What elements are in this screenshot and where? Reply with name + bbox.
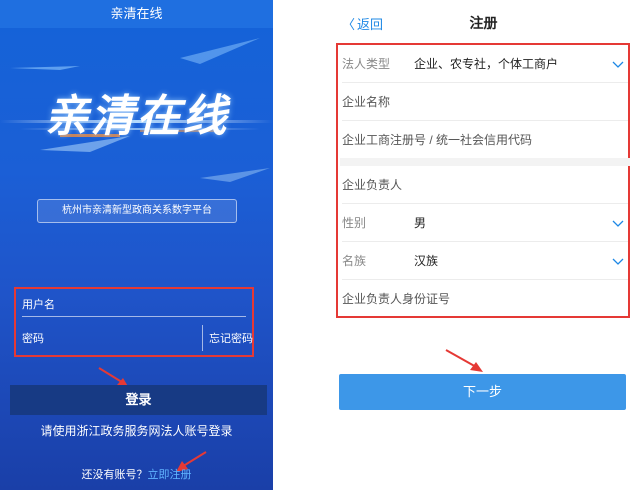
ethnicity-value: 汉族 <box>414 254 439 268</box>
page-title: 注册 <box>469 15 498 31</box>
gender-select[interactable]: 性别 男 <box>342 204 628 242</box>
username-input[interactable]: 用户名 <box>22 293 246 317</box>
register-link[interactable]: 立即注册 <box>148 469 192 481</box>
gender-label: 性别 <box>342 216 367 230</box>
no-account-text: 还没有账号？ <box>81 469 148 481</box>
legal-type-select[interactable]: 法人类型 企业、农专社，个体工商户 <box>342 45 628 83</box>
responsible-person-label: 企业负责人 <box>342 178 403 192</box>
company-name-label: 企业名称 <box>342 95 391 109</box>
next-step-button[interactable]: 下一步 <box>339 374 626 410</box>
login-fields-highlight: 用户名 密码 忘记密码 <box>14 287 254 357</box>
responsible-person-field[interactable]: 企业负责人 <box>342 166 628 204</box>
register-form-highlight: 法人类型 企业、农专社，个体工商户 企业名称 企业工商注册号 / 统一社会信用代… <box>336 43 630 318</box>
status-title: 亲清在线 <box>0 0 273 28</box>
gender-value: 男 <box>414 216 427 230</box>
chevron-down-icon <box>612 61 624 68</box>
register-screen: 〈返回 注册 法人类型 企业、农专社，个体工商户 企业名称 企业工商注册号 / … <box>334 0 633 490</box>
login-screen: 亲清在线 亲清在线 杭州市亲清新型政商关系数字平台 用户名 密码 忘记密码 登录… <box>0 0 273 490</box>
login-button[interactable]: 登录 <box>10 385 267 415</box>
id-number-label: 企业负责人身份证号 <box>342 292 451 306</box>
registration-number-field[interactable]: 企业工商注册号 / 统一社会信用代码 <box>342 121 628 159</box>
legal-type-label: 法人类型 <box>342 57 391 71</box>
section-divider <box>340 158 630 166</box>
app-logo: 亲清在线 <box>44 91 229 142</box>
id-number-field[interactable]: 企业负责人身份证号 <box>342 280 628 318</box>
ethnicity-label: 名族 <box>342 254 367 268</box>
annotation-arrow-icon <box>445 349 483 372</box>
chevron-down-icon <box>612 258 624 265</box>
password-input[interactable]: 密码 <box>22 327 202 351</box>
forgot-password-link[interactable]: 忘记密码 <box>206 327 256 351</box>
ethnicity-select[interactable]: 名族 汉族 <box>342 242 628 280</box>
registration-number-label: 企业工商注册号 / 统一社会信用代码 <box>342 133 533 147</box>
register-prompt: 还没有账号？立即注册 <box>0 466 273 482</box>
platform-name-badge: 杭州市亲清新型政商关系数字平台 <box>37 199 237 223</box>
password-divider <box>202 325 203 351</box>
legal-type-value: 企业、农专社，个体工商户 <box>414 57 559 71</box>
login-hint-text: 请使用浙江政务服务网法人账号登录 <box>40 424 233 438</box>
chevron-down-icon <box>612 220 624 227</box>
company-name-field[interactable]: 企业名称 <box>342 83 628 121</box>
